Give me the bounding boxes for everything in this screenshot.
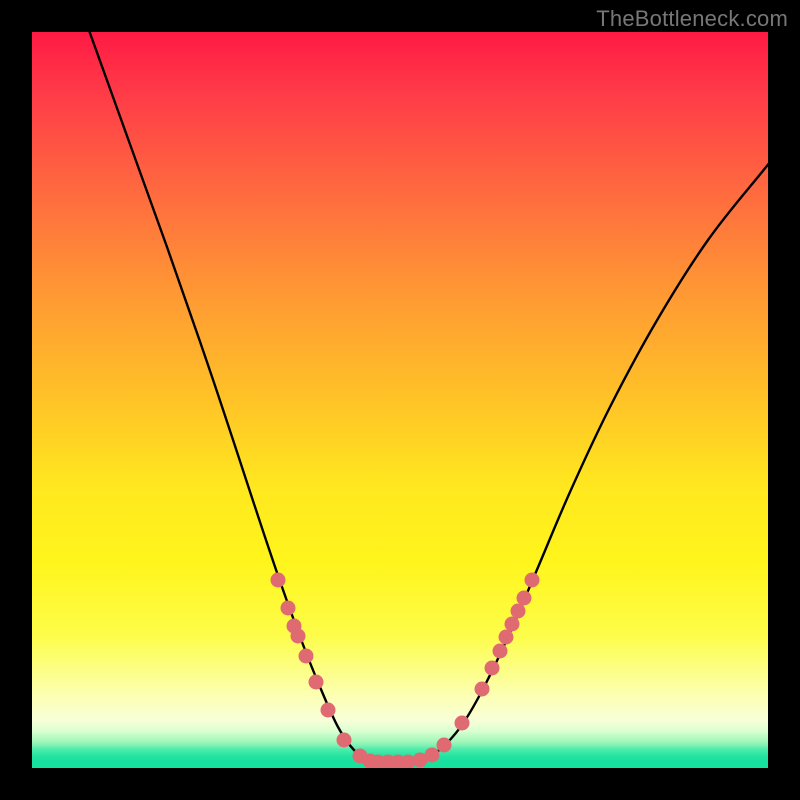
data-dots	[271, 573, 540, 769]
data-dot	[505, 617, 520, 632]
plot-area	[32, 32, 768, 768]
watermark-label: TheBottleneck.com	[596, 6, 788, 32]
left-curve	[86, 32, 382, 762]
data-dot	[455, 716, 470, 731]
data-dot	[321, 703, 336, 718]
data-dot	[337, 733, 352, 748]
data-dot	[475, 682, 490, 697]
data-dot	[271, 573, 286, 588]
data-dot	[511, 604, 526, 619]
data-dot	[437, 738, 452, 753]
data-dot	[309, 675, 324, 690]
data-dot	[493, 644, 508, 659]
right-curve	[382, 160, 768, 762]
chart-frame: TheBottleneck.com	[0, 0, 800, 800]
data-dot	[291, 629, 306, 644]
data-dot	[525, 573, 540, 588]
data-dot	[499, 630, 514, 645]
data-dot	[281, 601, 296, 616]
data-dot	[299, 649, 314, 664]
data-dot	[425, 748, 440, 763]
curve-layer	[32, 32, 768, 768]
data-dot	[485, 661, 500, 676]
data-dot	[517, 591, 532, 606]
